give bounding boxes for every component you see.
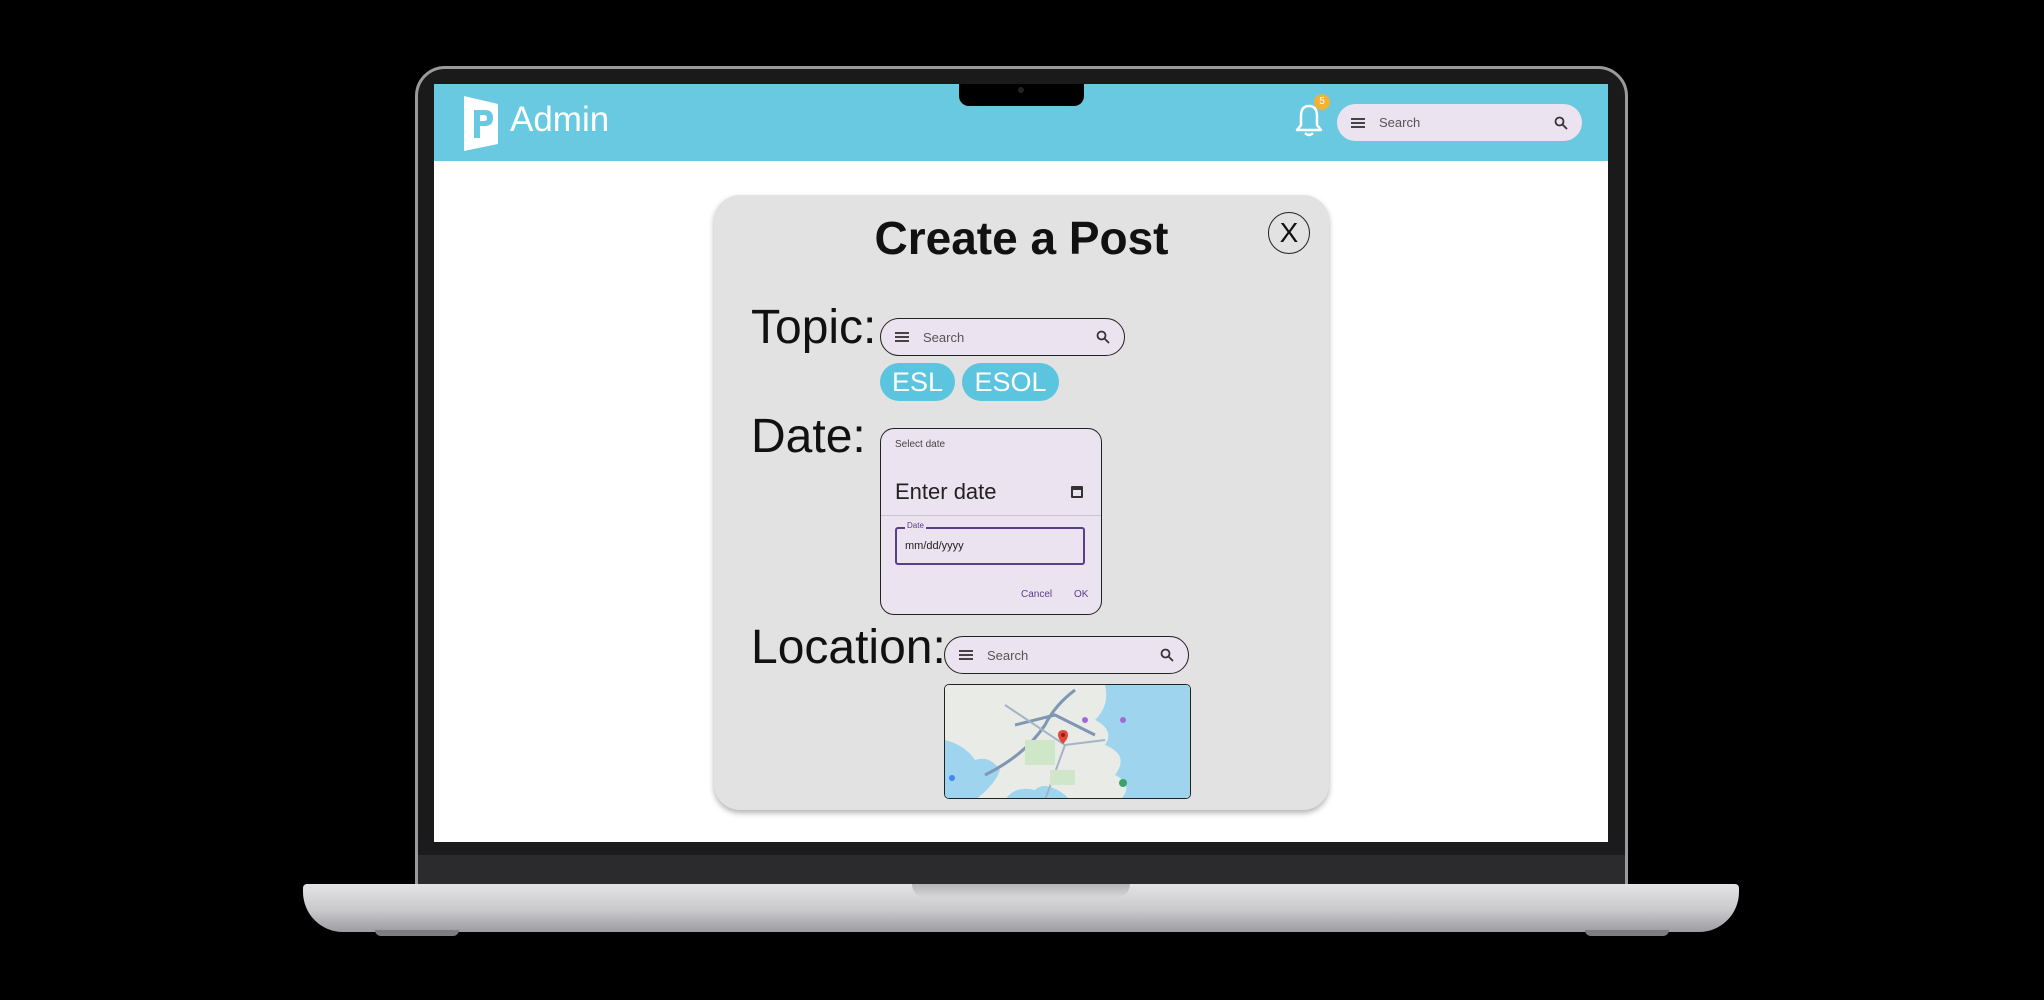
logo-icon[interactable] [462,94,500,152]
dialog-title: Create a Post [874,212,1169,264]
date-input-label: Date [905,521,926,530]
laptop-opening-notch [912,884,1130,898]
notification-badge: 5 [1314,94,1330,110]
topic-chip-esol[interactable]: ESOL [962,363,1059,401]
cancel-button[interactable]: Cancel [1021,589,1052,600]
calendar-icon[interactable] [1071,486,1083,498]
search-icon[interactable] [1554,116,1568,130]
screen: Admin 5 Search Create a Post X Topic: Se… [434,84,1608,842]
location-map[interactable] [944,684,1191,799]
search-icon[interactable] [1160,648,1174,662]
topic-search-input[interactable]: Search [880,318,1125,356]
location-label: Location: [751,621,946,674]
search-placeholder: Search [1379,115,1421,130]
date-picker-header: Select date [895,439,946,450]
laptop-foot-left [375,930,459,936]
map-pin-icon [1058,730,1068,744]
date-label: Date: [751,410,866,463]
date-input[interactable]: Date mm/dd/yyyy [895,521,1085,565]
search-placeholder: Search [987,647,1029,663]
laptop-hinge [418,855,1625,884]
search-icon[interactable] [1096,330,1110,344]
ok-button[interactable]: OK [1074,589,1088,600]
laptop-foot-right [1585,930,1669,936]
menu-icon[interactable] [895,332,909,342]
header-search-input[interactable]: Search [1337,104,1582,141]
date-picker: Select date Enter date Date mm/dd/yyyy C… [880,428,1102,615]
topic-label: Topic: [751,301,877,354]
divider [881,515,1101,516]
app-title: Admin [510,100,610,139]
topic-chip-esl[interactable]: ESL [880,363,955,401]
camera-icon [1018,87,1024,93]
menu-icon[interactable] [959,650,973,660]
create-post-dialog: Create a Post X Topic: Search ESL ESOL D… [714,195,1329,810]
close-button[interactable]: X [1268,212,1310,254]
search-placeholder: Search [923,329,965,345]
menu-icon[interactable] [1351,117,1365,128]
map-image[interactable] [945,685,1191,799]
location-search-input[interactable]: Search [944,636,1189,674]
date-input-placeholder: mm/dd/yyyy [905,540,964,552]
enter-date-label: Enter date [895,479,997,504]
